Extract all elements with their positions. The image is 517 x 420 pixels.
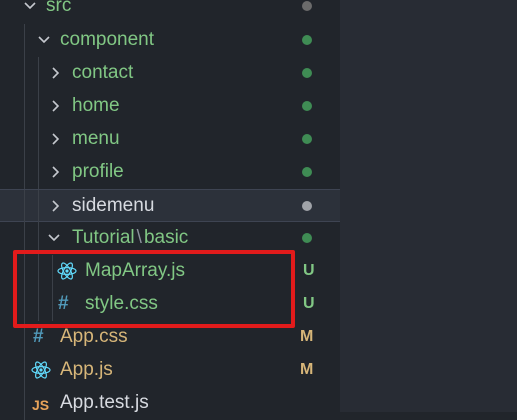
chevron-down-icon <box>22 0 38 14</box>
status-dot <box>302 201 312 211</box>
chevron-down-icon <box>36 32 52 48</box>
indent-guide <box>24 123 25 156</box>
indent-guide <box>24 387 25 420</box>
folder-label: sidemenu <box>72 195 155 216</box>
folder-label: home <box>72 95 120 116</box>
folder-name: Tutorial <box>72 227 135 248</box>
css-hash-icon: # <box>33 326 44 347</box>
folder-contact[interactable]: contact <box>0 57 340 90</box>
folder-src[interactable]: src <box>0 0 340 23</box>
file-app-js[interactable]: App.js M <box>0 354 340 387</box>
chevron-right-icon <box>48 98 64 114</box>
folder-label: Tutorial \ basic <box>72 227 188 249</box>
chevron-right-icon <box>48 164 64 180</box>
indent-guide <box>24 190 25 223</box>
indent-guide <box>24 354 25 387</box>
folder-label: menu <box>72 128 120 149</box>
folder-home[interactable]: home <box>0 90 340 123</box>
git-status-badge: M <box>300 328 314 345</box>
git-status-badge: M <box>300 361 314 378</box>
file-label: App.css <box>60 326 128 347</box>
chevron-right-icon <box>48 65 64 81</box>
status-dot <box>302 167 312 177</box>
subfolder-name: basic <box>143 227 189 248</box>
indent-guide <box>24 24 25 57</box>
chevron-right-icon <box>48 131 64 147</box>
folder-menu[interactable]: menu <box>0 123 340 156</box>
file-label: App.js <box>60 359 113 380</box>
js-icon: JS <box>32 397 50 413</box>
indent-guide <box>38 190 39 223</box>
status-dot <box>302 35 312 45</box>
git-status-badge: U <box>303 262 315 279</box>
folder-label: component <box>60 29 155 50</box>
indent-guide <box>38 123 39 156</box>
chevron-down-icon <box>46 230 62 246</box>
folder-component[interactable]: component <box>0 24 340 57</box>
indent-guide <box>38 90 39 123</box>
folder-label: profile <box>72 161 124 182</box>
folder-sidemenu[interactable]: sidemenu <box>0 189 340 223</box>
indent-guide <box>38 57 39 90</box>
file-label: App.test.js <box>60 392 149 413</box>
status-dot <box>302 101 312 111</box>
highlight-annotation-box <box>13 250 295 328</box>
chevron-right-icon <box>48 198 64 214</box>
status-dot <box>302 233 312 243</box>
file-app-test-js[interactable]: JS App.test.js <box>0 387 340 420</box>
status-dot <box>302 68 312 78</box>
folder-label: src <box>46 0 72 16</box>
indent-guide <box>24 90 25 123</box>
editor-area <box>340 0 517 412</box>
indent-guide <box>24 57 25 90</box>
path-separator: \ <box>136 227 142 248</box>
status-dot <box>302 1 312 11</box>
react-icon <box>31 360 51 380</box>
file-explorer: src component contact home menu profile … <box>0 0 340 420</box>
folder-label: contact <box>72 62 134 83</box>
indent-guide <box>38 156 39 189</box>
folder-profile[interactable]: profile <box>0 156 340 189</box>
status-dot <box>302 134 312 144</box>
indent-guide <box>24 156 25 189</box>
git-status-badge: U <box>303 295 315 312</box>
